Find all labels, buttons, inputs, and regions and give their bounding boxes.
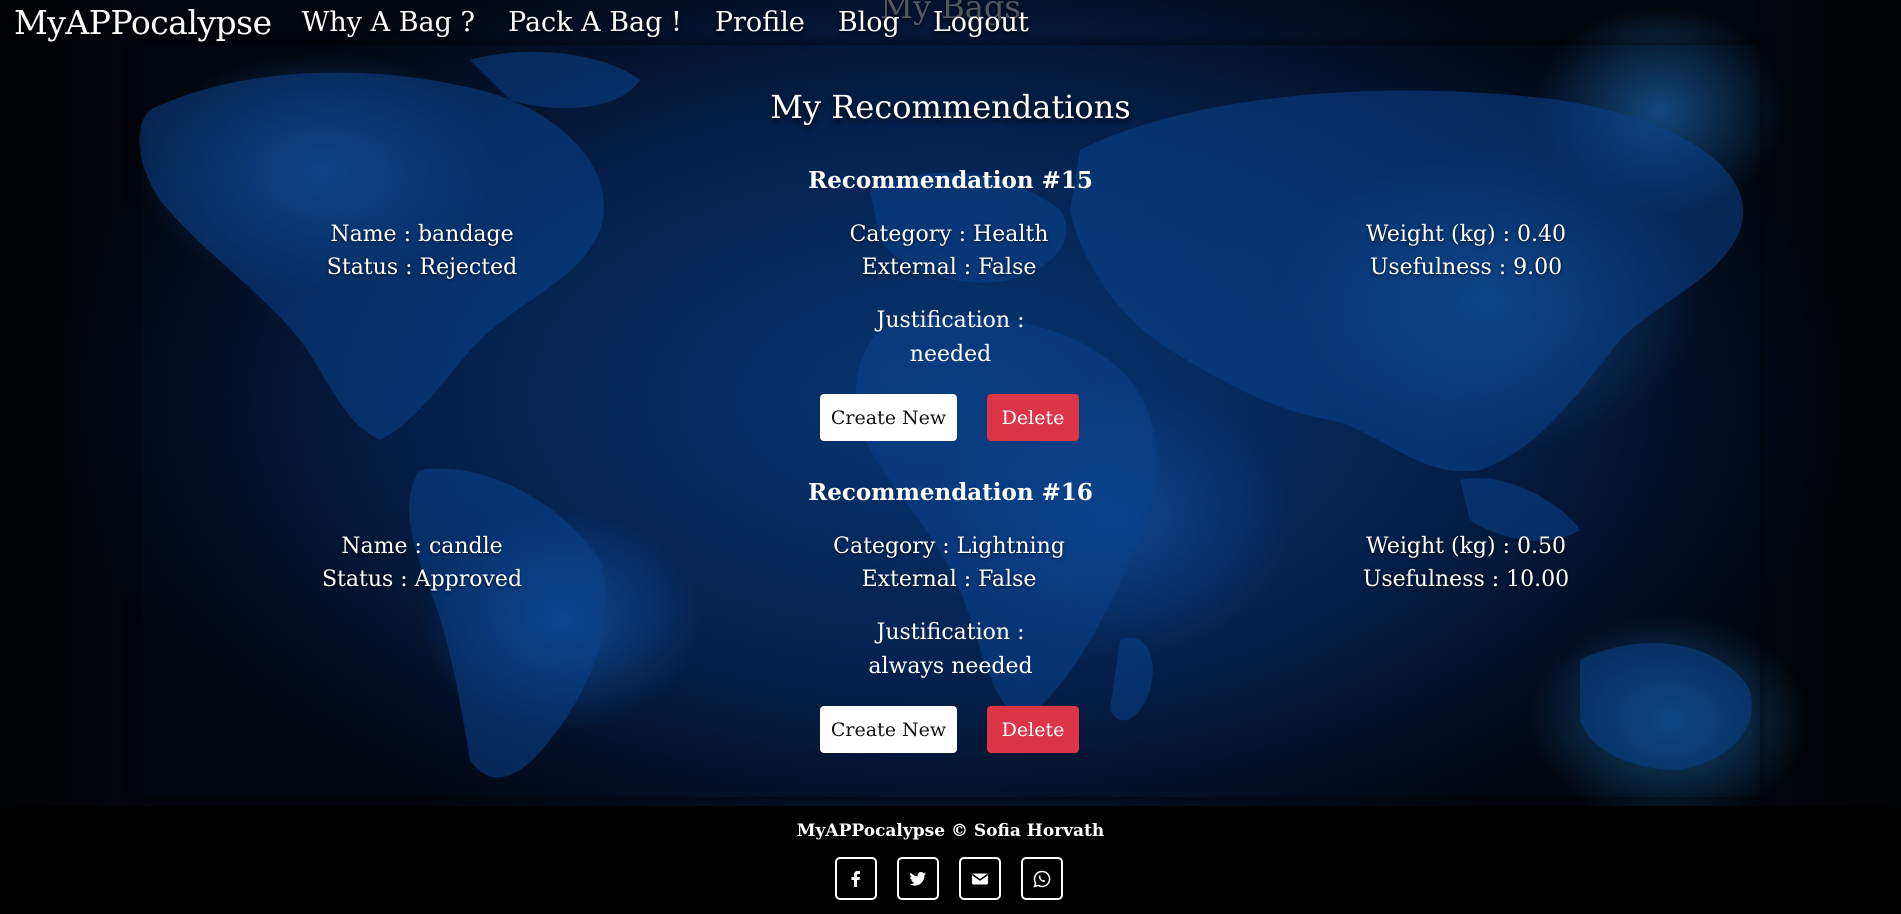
nav-link-pack-a-bag[interactable]: Pack A Bag ! [508, 7, 682, 38]
recommendation-title: Recommendation #16 [808, 479, 1093, 506]
brand-logo[interactable]: MyAPPocalypse [14, 3, 272, 42]
footer-copyright: MyAPPocalypse © Sofia Horvath [796, 821, 1105, 841]
recommendation-category-external: Category : Health External : False [749, 218, 1149, 284]
recommendation-justification: Justification : always needed [0, 616, 1901, 684]
recommendation-category: Category : Health [849, 222, 1049, 247]
facebook-icon[interactable] [835, 857, 877, 900]
recommendation-weight-usefulness: Weight (kg) : 0.50 Usefulness : 10.00 [1266, 530, 1666, 596]
recommendation-name-status: Name : candle Status : Approved [222, 530, 622, 596]
recommendation-name-status: Name : bandage Status : Rejected [222, 218, 622, 284]
justification-label: Justification : [876, 308, 1025, 333]
footer: MyAPPocalypse © Sofia Horvath [0, 806, 1901, 914]
recommendation-justification: Justification : needed [0, 304, 1901, 372]
recommendation-category: Category : Lightning [833, 534, 1065, 559]
create-new-button[interactable]: Create New [820, 706, 957, 753]
recommendation-external: External : False [861, 255, 1037, 280]
recommendation-usefulness: Usefulness : 10.00 [1362, 567, 1570, 592]
nav-link-blog[interactable]: Blog [838, 7, 900, 38]
recommendation-category-external: Category : Lightning External : False [749, 530, 1149, 596]
social-links [835, 857, 1063, 900]
nav-link-profile[interactable]: Profile [715, 7, 805, 38]
recommendation-title: Recommendation #15 [808, 167, 1093, 194]
recommendation-status: Status : Approved [321, 567, 523, 592]
nav-link-why-a-bag[interactable]: Why A Bag ? [302, 7, 475, 38]
recommendation-weight: Weight (kg) : 0.50 [1366, 534, 1566, 559]
mail-icon[interactable] [959, 857, 1001, 900]
recommendation-name: Name : candle [341, 534, 503, 559]
recommendation-weight-usefulness: Weight (kg) : 0.40 Usefulness : 9.00 [1266, 218, 1666, 284]
justification-text: needed [909, 342, 992, 367]
recommendation-weight: Weight (kg) : 0.40 [1366, 222, 1566, 247]
delete-button[interactable]: Delete [987, 394, 1079, 441]
twitter-icon[interactable] [897, 857, 939, 900]
justification-label: Justification : [876, 620, 1025, 645]
justification-text: always needed [868, 654, 1033, 679]
recommendation-external: External : False [861, 567, 1037, 592]
delete-button[interactable]: Delete [987, 706, 1079, 753]
recommendation-status: Status : Rejected [326, 255, 518, 280]
create-new-button[interactable]: Create New [820, 394, 957, 441]
recommendation-name: Name : bandage [330, 222, 514, 247]
navbar: MyAPPocalypse Why A Bag ? Pack A Bag ! P… [0, 0, 1901, 44]
nav-link-logout[interactable]: Logout [933, 7, 1029, 38]
recommendation-usefulness: Usefulness : 9.00 [1369, 255, 1563, 280]
page-title: My Recommendations [770, 88, 1131, 126]
whatsapp-icon[interactable] [1021, 857, 1063, 900]
